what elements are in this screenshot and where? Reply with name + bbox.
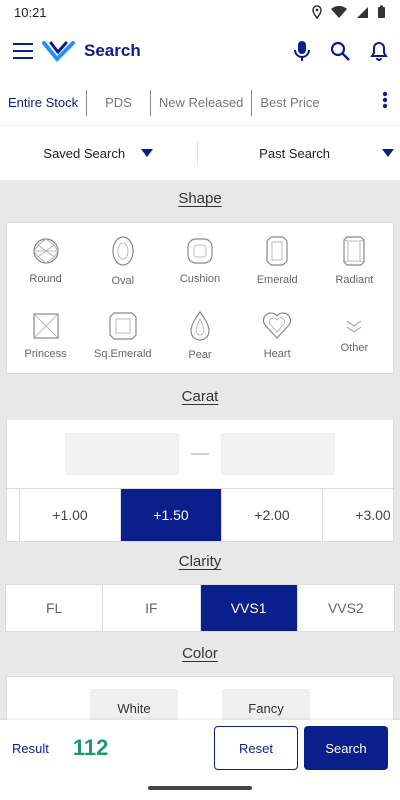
shape-oval[interactable]: Oval [84,223,161,298]
heart-diamond-icon [263,311,292,339]
shape-other[interactable]: Other [316,298,393,373]
chevron-down-icon [382,149,394,157]
bell-icon[interactable] [370,41,388,61]
oval-diamond-icon [112,235,134,266]
signal-icon [357,6,368,18]
tab-entire-stock[interactable]: Entire Stock [0,95,86,110]
clarity-option[interactable]: IF [102,585,199,631]
chevron-down-icon [141,149,154,157]
result-count: 112 [72,735,109,760]
search-button[interactable]: Search [304,726,388,770]
saved-search-label: Saved Search [43,145,126,161]
saved-search-dropdown[interactable]: Saved Search [0,126,197,180]
shape-pear[interactable]: Pear [161,298,238,373]
carat-heading: Carat [181,388,219,405]
tab-new-released[interactable]: New Released [151,95,252,110]
menu-icon[interactable] [12,42,34,60]
shape-princess[interactable]: Princess [7,298,84,373]
cushion-diamond-icon [187,237,213,264]
shape-label: Radiant [335,273,374,286]
app-header: Search [0,24,400,78]
status-icons [311,5,386,19]
status-bar: 10:21 [0,0,400,24]
reset-button[interactable]: Reset [214,726,298,770]
carat-preset-partial[interactable] [7,489,19,541]
carat-max-input[interactable] [221,433,335,475]
status-time: 10:21 [14,4,47,20]
shape-label: Sq.Emerald [94,347,152,360]
shape-label: Cushion [179,272,221,285]
location-icon [312,5,322,19]
search-icon[interactable] [330,41,350,61]
princess-diamond-icon [32,312,59,339]
system-nav-bar [0,776,400,800]
shape-label: Pear [188,348,212,361]
search-filters: Shape Round Oval Cushion Emerald Radiant… [0,180,400,720]
shape-round[interactable]: Round [7,223,84,298]
color-heading: Color [182,645,218,662]
wifi-icon [331,5,347,18]
emerald-diamond-icon [266,235,288,266]
double-chevron-down-icon [347,320,362,333]
more-options-icon[interactable] [382,91,400,114]
carat-preset-selected[interactable]: +1.50 [120,489,221,541]
search-history-bar: Saved Search Past Search [0,126,400,180]
square-emerald-diamond-icon [109,311,137,340]
carat-min-input[interactable] [65,433,179,475]
tab-best-price[interactable]: Best Price [252,95,327,110]
result-footer: Result 112 Reset Search [0,720,400,776]
carat-preset[interactable]: +2.00 [221,489,322,541]
shape-sq-emerald[interactable]: Sq.Emerald [84,298,161,373]
carat-range [6,420,394,488]
color-option-fancy[interactable]: Fancy [222,689,310,720]
color-options: White Fancy [6,676,394,720]
shape-label: Princess [24,347,67,360]
brand-logo-icon [42,41,75,62]
shape-label: Round [29,272,62,285]
shape-heart[interactable]: Heart [239,298,316,373]
shape-label: Heart [263,347,291,360]
shape-label: Other [340,341,369,354]
clarity-option[interactable]: VVS2 [296,585,394,631]
tab-bar: Entire Stock PDS New Released Best Price [0,80,400,126]
carat-preset[interactable]: +3.00 [322,489,393,541]
home-indicator[interactable] [148,786,252,790]
carat-presets: +1.00 +1.50 +2.00 +3.00 [6,488,394,542]
clarity-option[interactable]: FL [6,585,102,631]
battery-icon [378,5,385,18]
radiant-diamond-icon [343,235,365,266]
round-diamond-icon [32,237,59,264]
clarity-option-selected[interactable]: VVS1 [199,585,297,631]
page-title: Search [84,41,141,60]
shape-grid: Round Oval Cushion Emerald Radiant Princ… [6,222,394,374]
shape-heading: Shape [178,190,222,207]
clarity-heading: Clarity [178,553,222,570]
range-dash [191,453,209,455]
color-option-white[interactable]: White [90,689,178,720]
shape-label: Emerald [256,273,298,286]
microphone-icon[interactable] [294,40,310,62]
past-search-dropdown[interactable]: Past Search [198,126,400,180]
shape-cushion[interactable]: Cushion [161,223,238,298]
shape-radiant[interactable]: Radiant [316,223,393,298]
clarity-options: FL IF VVS1 VVS2 [5,584,395,632]
past-search-label: Past Search [259,145,330,161]
result-label: Result [12,740,49,756]
pear-diamond-icon [190,310,210,341]
tab-pds[interactable]: PDS [87,95,150,110]
carat-preset[interactable]: +1.00 [19,489,120,541]
shape-emerald[interactable]: Emerald [239,223,316,298]
shape-label: Oval [111,274,135,287]
